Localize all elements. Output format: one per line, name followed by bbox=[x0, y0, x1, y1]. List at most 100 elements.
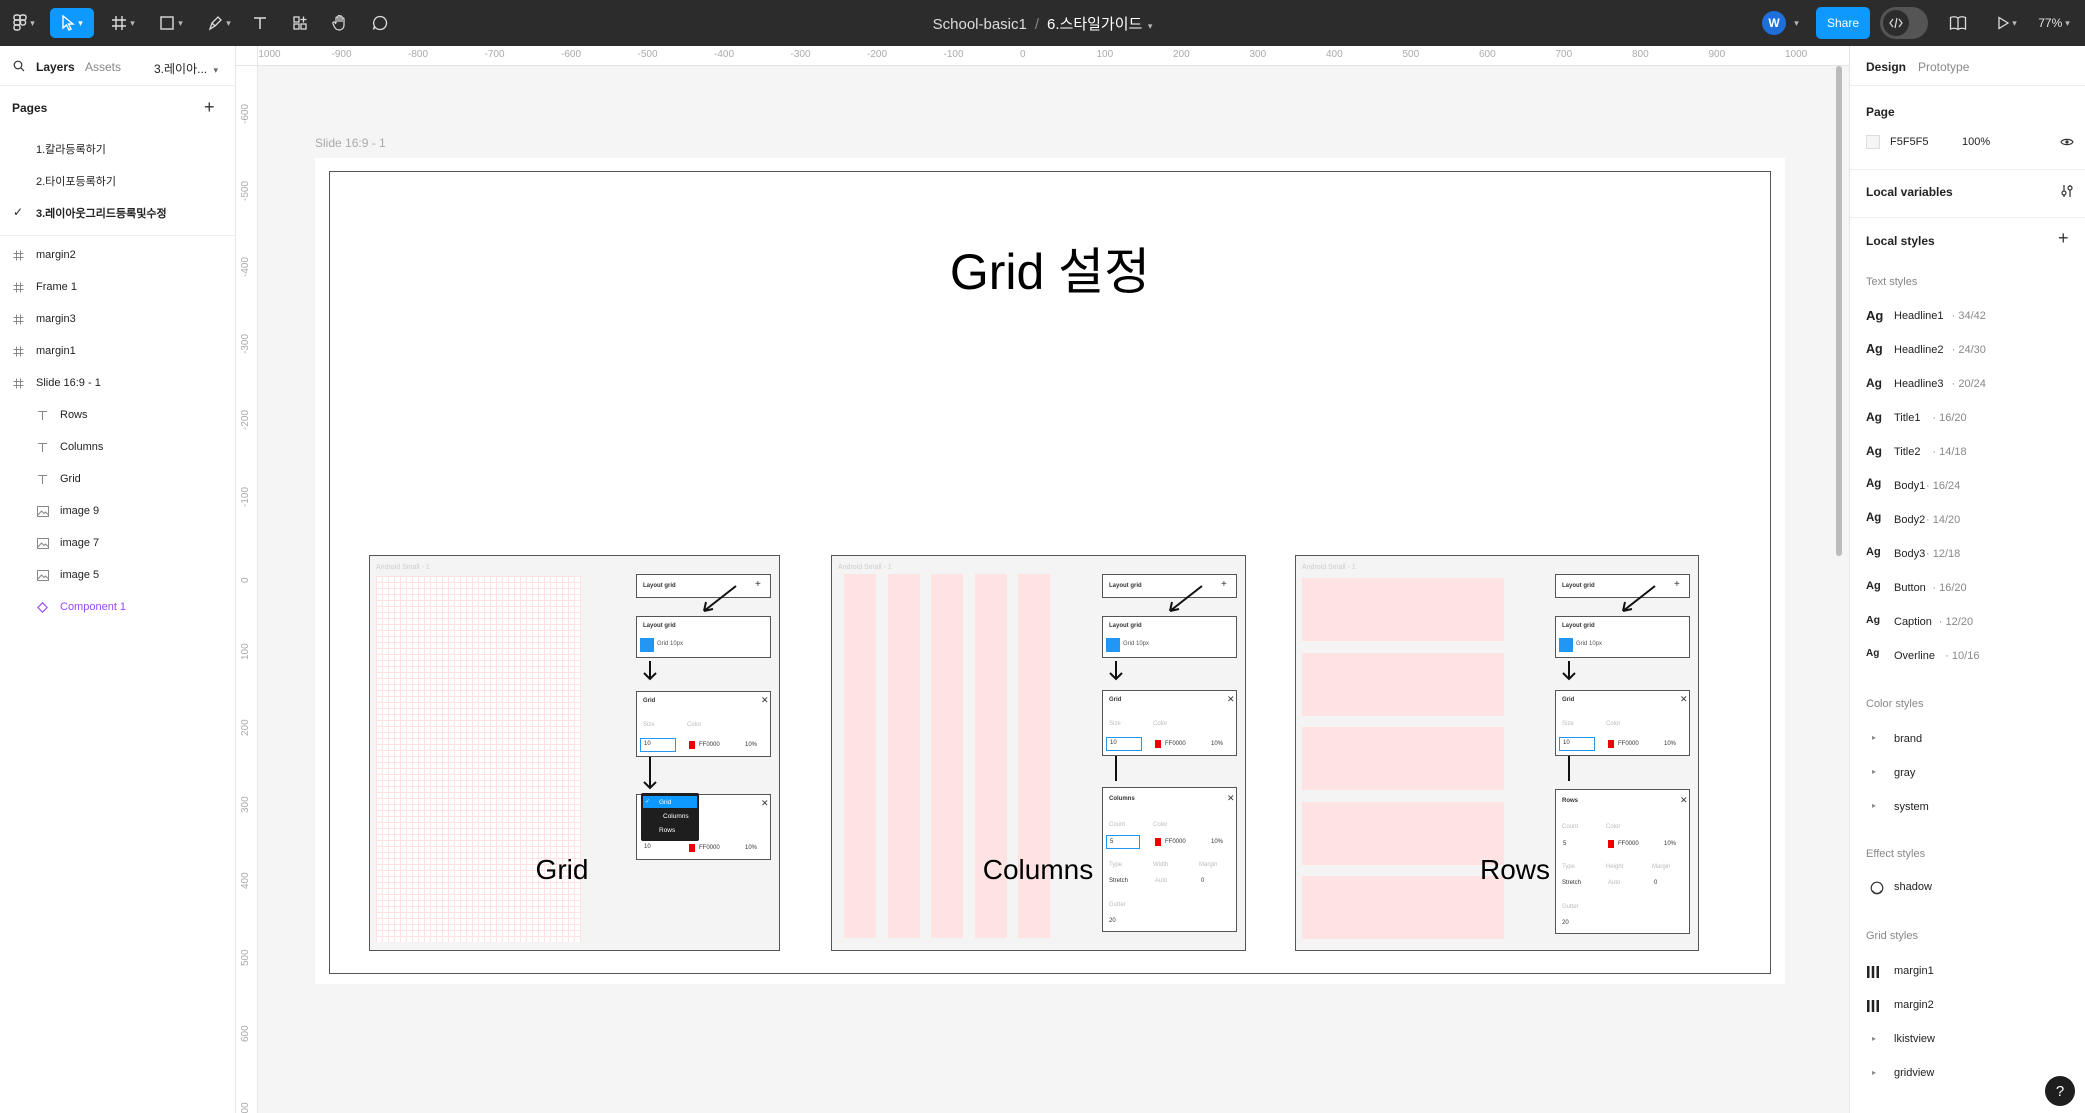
layer-item[interactable]: Frame 1 bbox=[0, 274, 236, 302]
text-style-item[interactable]: Ag Headline1 · 34/42 bbox=[1850, 305, 2085, 329]
ruler-tick-label: -100 bbox=[943, 49, 964, 60]
layer-item[interactable]: Component 1 bbox=[0, 594, 236, 622]
text-style-item[interactable]: Ag Body3 · 12/18 bbox=[1850, 543, 2085, 567]
add-style-icon[interactable]: + bbox=[2058, 228, 2069, 249]
vertical-scrollbar[interactable] bbox=[1836, 66, 1842, 556]
page-item[interactable]: ✓ 3.레이아웃그리드등록및수정 bbox=[0, 198, 236, 226]
text-style-item[interactable]: Ag Headline2 · 24/30 bbox=[1850, 339, 2085, 363]
caret-right-icon[interactable]: ▸ bbox=[1872, 733, 1876, 742]
grid-style-item[interactable]: margin2 bbox=[1850, 994, 2085, 1018]
ruler-tick-label: 500 bbox=[240, 948, 251, 966]
text-style-icon: Ag bbox=[1866, 376, 1882, 390]
color-style-group[interactable]: ▸ gray bbox=[1850, 762, 2085, 786]
mini-panel-text: Android Small - 1 bbox=[1302, 564, 1356, 571]
avatar[interactable]: W bbox=[1762, 11, 1786, 35]
layer-item[interactable]: Columns bbox=[0, 434, 236, 462]
present-play-icon[interactable]: ▾ bbox=[1990, 8, 2024, 38]
mini-panel-text: FF0000 bbox=[699, 845, 720, 851]
arrow-icon bbox=[643, 661, 657, 681]
frame-label[interactable]: Slide 16:9 - 1 bbox=[315, 136, 386, 150]
grid-type-dropdown[interactable]: ✓ Grid Columns Rows bbox=[641, 793, 699, 841]
chevron-down-icon[interactable]: ▾ bbox=[1788, 8, 1802, 38]
ruler-tick-label: -800 bbox=[408, 49, 429, 60]
chevron-down-icon[interactable]: ▾ bbox=[1145, 21, 1153, 31]
mini-panel-text: Layout grid bbox=[1562, 583, 1595, 589]
mini-panel-text: Margin bbox=[1652, 864, 1671, 870]
effect-style-shadow[interactable]: shadow bbox=[1894, 881, 1932, 893]
file-name[interactable]: School-basic1 bbox=[933, 16, 1027, 33]
text-style-icon: Ag bbox=[1866, 648, 1880, 659]
layer-item[interactable]: Rows bbox=[0, 402, 236, 430]
text-style-item[interactable]: Ag Body2 · 14/20 bbox=[1850, 509, 2085, 533]
text-style-spec-value: 34/42 bbox=[1958, 310, 1986, 322]
zoom-control[interactable]: 77% ▾ bbox=[2030, 8, 2078, 38]
add-page-icon[interactable]: + bbox=[204, 97, 215, 118]
text-style-item[interactable]: Ag Body1 · 16/24 bbox=[1850, 475, 2085, 499]
caret-right-icon[interactable]: ▸ bbox=[1872, 767, 1876, 776]
dropdown-item[interactable]: Columns bbox=[643, 810, 697, 822]
text-style-item[interactable]: Ag Caption · 12/20 bbox=[1850, 611, 2085, 635]
mini-panel-text: Layout grid bbox=[643, 623, 676, 629]
text-style-name: Title2 bbox=[1894, 446, 1921, 458]
layer-item[interactable]: image 7 bbox=[0, 530, 236, 558]
layer-item[interactable]: margin1 bbox=[0, 338, 236, 366]
mini-panel-text: 10 bbox=[644, 741, 651, 747]
page-item[interactable]: 2.타이포등록하기 bbox=[0, 166, 236, 194]
row-stripe bbox=[1302, 727, 1504, 790]
variables-settings-icon[interactable] bbox=[2060, 183, 2074, 202]
layer-item[interactable]: image 9 bbox=[0, 498, 236, 526]
local-variables-header[interactable]: Local variables bbox=[1866, 185, 1953, 199]
search-icon[interactable] bbox=[13, 60, 25, 75]
text-style-item[interactable]: Ag Title1 · 16/20 bbox=[1850, 407, 2085, 431]
example-image-grid[interactable]: Android Small - 1 Layout grid + Layout grid… bbox=[369, 555, 780, 951]
caret-right-icon[interactable]: ▸ bbox=[1872, 801, 1876, 810]
grid-style-item[interactable]: margin1 bbox=[1850, 960, 2085, 984]
example-image-columns[interactable]: Android Small - 1 Layout grid + Layout grid… bbox=[831, 555, 1246, 951]
page-opacity-value[interactable]: 100% bbox=[1962, 136, 1990, 148]
example-image-rows[interactable]: Android Small - 1 Layout grid + Layout grid… bbox=[1295, 555, 1699, 951]
color-style-group[interactable]: ▸ brand bbox=[1850, 728, 2085, 752]
page-item[interactable]: 1.칼라등록하기 bbox=[0, 134, 236, 162]
grid-style-item[interactable]: ▸ lkistview bbox=[1850, 1028, 2085, 1052]
layer-item[interactable]: margin3 bbox=[0, 306, 236, 334]
current-page-name[interactable]: 6.스타일가이드 bbox=[1047, 16, 1142, 33]
tab-prototype[interactable]: Prototype bbox=[1918, 60, 1969, 74]
help-button[interactable]: ? bbox=[2045, 1076, 2075, 1106]
page-color-value[interactable]: F5F5F5 bbox=[1890, 136, 1929, 148]
dropdown-item[interactable]: ✓ Grid bbox=[643, 796, 697, 808]
color-style-name: system bbox=[1894, 801, 1929, 813]
text-style-name: Headline3 bbox=[1894, 378, 1944, 390]
mini-panel-text: ✕ bbox=[761, 798, 769, 808]
text-style-item[interactable]: Ag Headline3 · 20/24 bbox=[1850, 373, 2085, 397]
tab-layers[interactable]: Layers bbox=[36, 60, 75, 74]
layer-item[interactable]: Slide 16:9 - 1 bbox=[0, 370, 236, 398]
ruler-tick-label: 0 bbox=[1020, 49, 1026, 60]
text-style-item[interactable]: Ag Overline · 10/16 bbox=[1850, 645, 2085, 669]
layout-grid-panel: Layout grid + bbox=[1555, 574, 1690, 598]
ruler-tick-label: -700 bbox=[484, 49, 505, 60]
tab-assets[interactable]: Assets bbox=[85, 60, 121, 74]
dropdown-item[interactable]: Rows bbox=[643, 824, 697, 836]
ruler-tick-label: 1000 bbox=[1785, 49, 1808, 60]
text-style-item[interactable]: Ag Button · 16/20 bbox=[1850, 577, 2085, 601]
dev-mode-toggle[interactable] bbox=[1880, 7, 1928, 39]
library-icon[interactable] bbox=[1944, 8, 1972, 38]
ruler-tick-label: 200 bbox=[240, 719, 251, 736]
frame-icon bbox=[13, 346, 24, 360]
tab-design[interactable]: Design bbox=[1866, 60, 1906, 74]
eye-icon[interactable] bbox=[2060, 136, 2074, 151]
grid-preview bbox=[376, 576, 581, 942]
color-style-group[interactable]: ▸ system bbox=[1850, 796, 2085, 820]
text-icon bbox=[37, 442, 48, 456]
canvas[interactable]: -1000 -900 -800 -700 -600 -500 -400 -300 -200 -10… bbox=[236, 46, 1849, 1113]
text-style-spec-value: 12/18 bbox=[1932, 548, 1961, 560]
layout-grid-panel: Layout grid Grid 10px bbox=[1555, 616, 1690, 658]
share-button[interactable]: Share bbox=[1816, 7, 1870, 39]
slide-frame[interactable]: Grid 설정 Android Small - 1 Layout grid + Lay… bbox=[315, 158, 1785, 984]
layer-item[interactable]: margin2 bbox=[0, 242, 236, 270]
current-page-selector[interactable]: 3.레이아... ▾ bbox=[154, 60, 218, 77]
layer-item[interactable]: image 5 bbox=[0, 562, 236, 590]
text-style-item[interactable]: Ag Title2 · 14/18 bbox=[1850, 441, 2085, 465]
layer-item[interactable]: Grid bbox=[0, 466, 236, 494]
page-color-swatch[interactable] bbox=[1866, 135, 1880, 149]
